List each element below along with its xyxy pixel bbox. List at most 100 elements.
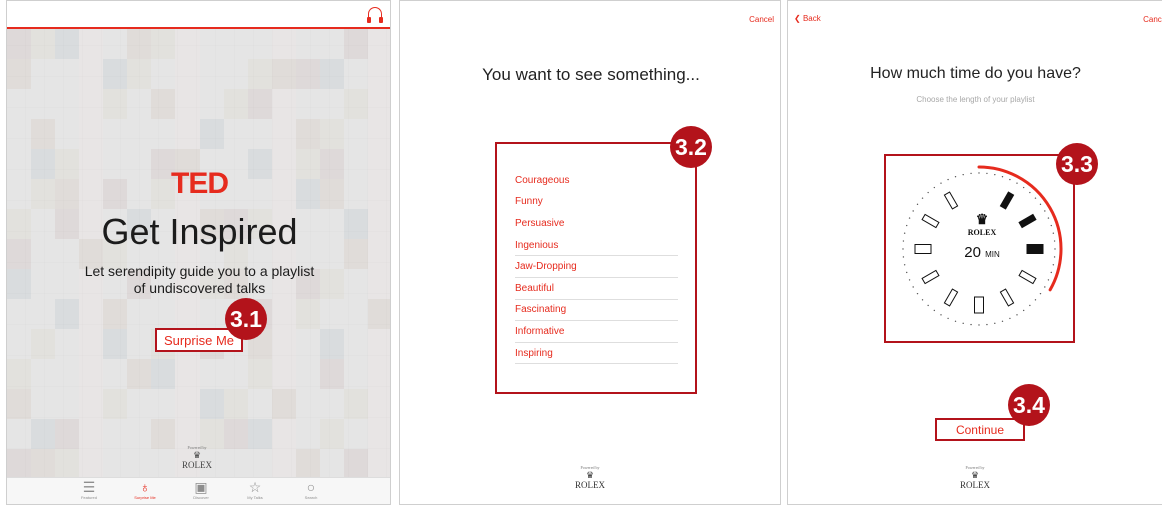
tab-label: Search (304, 495, 318, 500)
hour-marker-empty (914, 244, 932, 254)
dial-dot (906, 224, 908, 227)
tab-discover[interactable]: ▣ Discover (183, 480, 219, 501)
dial-dot (1039, 292, 1042, 295)
list-item[interactable]: Ingenious (515, 235, 678, 257)
dial-dot (1039, 203, 1042, 206)
list-item[interactable]: Courageous (515, 170, 678, 192)
chevron-left-icon: ❮ (794, 14, 801, 23)
dial-dot (1009, 317, 1011, 320)
dial-dot (908, 217, 911, 219)
top-bar (7, 1, 390, 29)
dial-dot (1034, 197, 1037, 199)
dial-dot (916, 203, 919, 206)
tab-my-talks[interactable]: ☆ My Talks (237, 480, 273, 501)
page-subtitle: Let serendipity guide you to a playlist … (84, 263, 315, 296)
tab-surprise-me[interactable]: ♁ Surprise Me (127, 480, 163, 501)
page-title: You want to see something... (482, 65, 700, 84)
cancel-button[interactable]: Cancel (1143, 15, 1162, 24)
page-title: Get Inspired (101, 211, 298, 252)
dial-dot (962, 173, 964, 176)
list-item[interactable]: Beautiful (515, 278, 678, 300)
dial-dot (962, 322, 964, 325)
dial-dot (940, 182, 942, 184)
sponsor-logo: Powered by ♛ ROLEX (400, 465, 780, 490)
dial-dot (970, 172, 972, 175)
page-subtitle: Choose the length of your playlist (916, 95, 1035, 104)
step-badge-3-4: 3.4 (1008, 384, 1050, 426)
dial-dot (940, 314, 942, 316)
tab-bar: ☰ Featured ♁ Surprise Me ▣ Discover ☆ My… (7, 477, 390, 504)
crown-icon: ♛ (975, 213, 989, 228)
surprise-me-screen: TED Get Inspired Let serendipity guide y… (6, 0, 391, 505)
tab-featured[interactable]: ☰ Featured (71, 480, 107, 501)
dial-dot (1016, 182, 1018, 184)
hour-marker-empty (943, 191, 959, 210)
dial-dot (1034, 299, 1037, 301)
dial-brand-label: ROLEX (967, 228, 997, 237)
dial-dot (921, 197, 924, 199)
tab-label: Discover (193, 495, 209, 500)
hour-marker-empty (974, 296, 984, 314)
list-item[interactable]: Funny (515, 192, 678, 214)
sponsor-name: ROLEX (575, 480, 605, 490)
cancel-button[interactable]: Cancel (749, 15, 774, 24)
dial-dot (1053, 256, 1056, 258)
dial-dot (921, 299, 924, 301)
time-picker-screen: ❮ Back Cancel How much time do you have?… (787, 0, 1162, 505)
dial-dot (1022, 186, 1025, 189)
dial-dot (1047, 217, 1050, 219)
step-badge-3-1: 3.1 (225, 298, 267, 340)
dial-dot (1029, 191, 1031, 194)
crown-icon: ♛ (585, 470, 595, 480)
minutes-unit: MIN (985, 250, 1000, 259)
dial-dot (1044, 210, 1046, 212)
dial-dot (986, 323, 988, 326)
step-badge-3-3: 3.3 (1056, 143, 1098, 185)
dial-dot (912, 286, 914, 288)
dial-dot (912, 210, 914, 212)
back-button[interactable]: ❮ Back (794, 14, 821, 23)
list-item[interactable]: Inspiring (515, 343, 678, 365)
dial-dot (902, 248, 904, 250)
tab-label: Featured (80, 495, 97, 500)
dial-dot (978, 172, 980, 174)
headphones-icon[interactable] (367, 7, 383, 23)
sponsor-name: ROLEX (960, 480, 990, 490)
sponsor-logo: Powered by ♛ ROLEX (788, 465, 1162, 490)
dial-dot (1001, 320, 1004, 322)
dial-dot (916, 292, 919, 295)
dial-dot (1016, 314, 1018, 316)
hour-marker-filled (1018, 213, 1037, 229)
dial-dot (1054, 248, 1056, 250)
dial-dot (933, 186, 936, 189)
step-badge-3-2: 3.2 (670, 126, 712, 168)
dial-dot (908, 279, 911, 281)
dial-dot (994, 322, 996, 325)
hour-marker-empty (921, 269, 940, 285)
list-item[interactable]: Persuasive (515, 213, 678, 235)
sponsor-logo: Powered by ♛ ROLEX (167, 445, 227, 470)
list-item[interactable]: Jaw-Dropping (515, 256, 678, 278)
dial-dot (1001, 176, 1004, 178)
dial-dot (1022, 309, 1025, 312)
dial-dot (978, 324, 980, 326)
tab-label: Surprise Me (134, 495, 156, 500)
play-box-icon: ▣ (194, 479, 208, 495)
tab-search[interactable]: ○ Search (293, 480, 329, 501)
dial-dot (1029, 304, 1031, 307)
dial-dot (902, 256, 905, 258)
dial-dot (1009, 178, 1011, 181)
dial-dot (927, 191, 929, 194)
continue-button[interactable]: Continue (935, 418, 1025, 441)
list-item[interactable]: Informative (515, 321, 678, 343)
search-icon: ○ (306, 479, 316, 495)
hour-marker-empty (921, 213, 940, 229)
dial-brand: ♛ ROLEX (952, 213, 1012, 238)
dial-dot (994, 173, 996, 176)
dial-dot (903, 264, 906, 266)
star-icon: ☆ (248, 479, 262, 495)
dial-dot (1050, 271, 1052, 274)
list-item[interactable]: Fascinating (515, 300, 678, 322)
list-icon: ☰ (82, 479, 96, 495)
background-overlay (7, 29, 390, 479)
